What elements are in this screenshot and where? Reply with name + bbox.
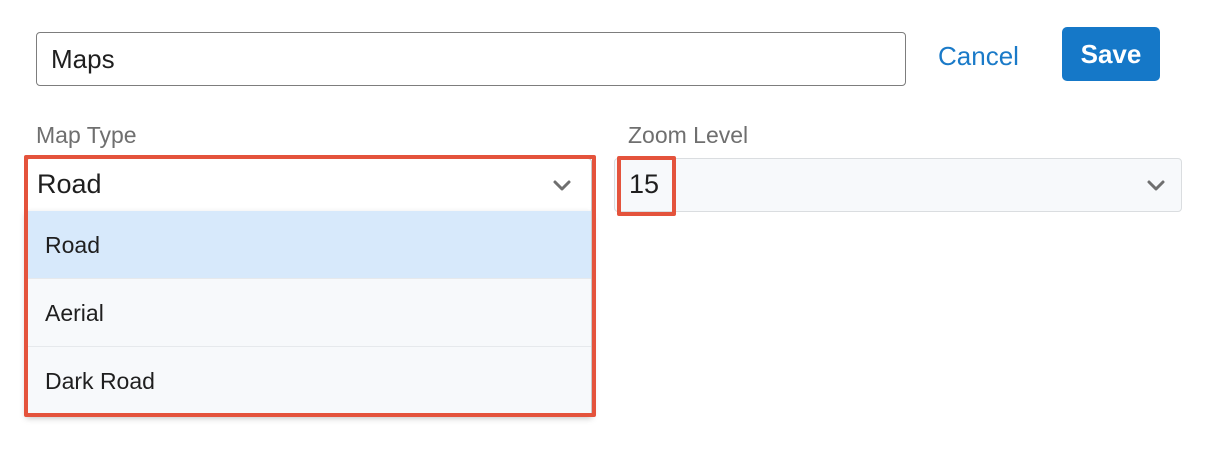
zoom-level-label: Zoom Level <box>628 122 749 148</box>
name-input[interactable] <box>36 32 906 86</box>
map-type-selected-value: Road <box>37 169 102 199</box>
zoom-level-select[interactable]: 15 <box>614 158 1182 212</box>
chevron-down-icon <box>1147 180 1165 191</box>
map-type-option-aerial[interactable]: Aerial <box>27 279 591 347</box>
map-type-option-road[interactable]: Road <box>27 211 591 279</box>
chevron-down-icon <box>553 180 571 191</box>
map-type-label: Map Type <box>36 122 137 148</box>
save-button[interactable]: Save <box>1062 27 1160 81</box>
cancel-button[interactable]: Cancel <box>938 36 1019 76</box>
map-type-dropdown-list: Road Aerial Dark Road <box>26 211 592 415</box>
map-type-select[interactable]: Road <box>26 158 592 212</box>
map-type-option-dark-road[interactable]: Dark Road <box>27 347 591 415</box>
zoom-level-selected-value: 15 <box>629 169 660 199</box>
